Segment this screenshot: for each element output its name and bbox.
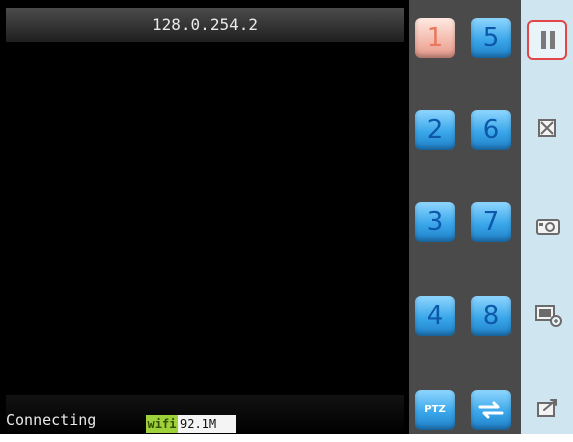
channel-5-button[interactable]: 5	[471, 18, 511, 58]
wifi-label: wifi	[146, 415, 178, 433]
video-view[interactable]	[6, 42, 404, 395]
swap-arrows-icon	[478, 401, 504, 419]
channel-8-button[interactable]: 8	[471, 296, 511, 336]
status-bar: Connecting wifi 92.1M	[6, 395, 404, 434]
toolbar-panel	[521, 0, 573, 434]
status-text: Connecting	[6, 411, 97, 429]
video-panel: 128.0.254.2 Connecting wifi 92.1M	[0, 0, 409, 434]
pause-icon-bar	[550, 31, 555, 49]
record-button[interactable]	[527, 294, 567, 334]
snapshot-button[interactable]	[527, 206, 567, 246]
wifi-indicator: wifi 92.1M	[146, 415, 236, 433]
exit-button[interactable]	[527, 388, 567, 428]
close-view-icon	[538, 119, 556, 137]
app-window: 128.0.254.2 Connecting wifi 92.1M 1 2 3 …	[0, 0, 573, 434]
exit-icon	[537, 399, 557, 417]
window-title: 128.0.254.2	[152, 15, 258, 34]
pause-button[interactable]	[527, 20, 567, 60]
channel-2-button[interactable]: 2	[415, 110, 455, 150]
channel-4-button[interactable]: 4	[415, 296, 455, 336]
channel-panel: 1 2 3 4 PTZ 5 6 7 8	[409, 0, 521, 434]
channel-1-button[interactable]: 1	[415, 18, 455, 58]
close-view-button[interactable]	[527, 108, 567, 148]
wifi-rate: 92.1M	[178, 415, 236, 433]
ptz-button[interactable]: PTZ	[415, 390, 455, 430]
camera-snapshot-icon	[536, 219, 560, 235]
channel-3-button[interactable]: 3	[415, 202, 455, 242]
channel-7-button[interactable]: 7	[471, 202, 511, 242]
channel-6-button[interactable]: 6	[471, 110, 511, 150]
record-icon	[535, 305, 562, 327]
pause-icon	[541, 31, 546, 49]
switch-button[interactable]	[471, 390, 511, 430]
title-bar: 128.0.254.2	[6, 8, 404, 42]
